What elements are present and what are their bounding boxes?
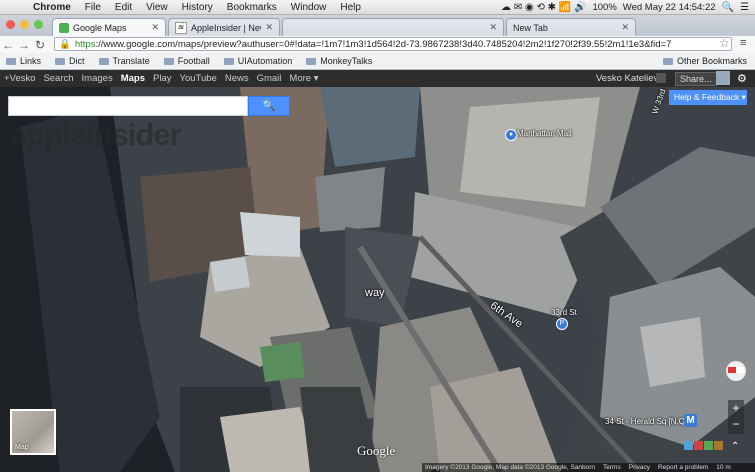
folder-icon: [6, 57, 16, 65]
gbar-link-more[interactable]: More ▾: [285, 73, 322, 84]
tab-strip: Google Maps ✕ ai AppleInsider | News and…: [0, 15, 755, 36]
map-footer: Imagery ©2013 Google, Map data ©2013 Goo…: [422, 463, 755, 472]
compass-needle-icon: [728, 367, 744, 373]
label-way: way: [365, 287, 385, 299]
clock[interactable]: Wed May 22 14:54:22: [623, 2, 716, 13]
lock-icon: 🔒: [59, 38, 71, 50]
menu-app-name[interactable]: Chrome: [26, 2, 78, 13]
menu-help[interactable]: Help: [333, 2, 368, 13]
forward-arrow-icon[interactable]: →: [16, 38, 32, 52]
chrome-menu-icon[interactable]: ≡: [740, 37, 746, 49]
terms-link[interactable]: Terms: [603, 463, 621, 472]
mall-pin-icon[interactable]: ●: [505, 129, 517, 141]
menu-window[interactable]: Window: [284, 2, 334, 13]
map-mode-thumbnail[interactable]: Map: [10, 409, 56, 455]
menu-file[interactable]: File: [78, 2, 108, 13]
station-pin-icon[interactable]: P: [556, 318, 568, 330]
search-input[interactable]: [8, 96, 248, 116]
battery-percent[interactable]: 100%: [592, 2, 616, 13]
help-feedback-button[interactable]: Help & Feedback ▾: [669, 90, 747, 105]
google-logo: Google: [357, 443, 396, 458]
browser-toolbar: ← → ↻ 🔒 https ://www.google.com/maps/pre…: [0, 36, 755, 53]
report-problem-link[interactable]: Report a problem: [658, 463, 708, 472]
gear-icon[interactable]: ⚙: [737, 72, 747, 85]
menu-bookmarks[interactable]: Bookmarks: [220, 2, 284, 13]
tab-google-maps[interactable]: Google Maps ✕: [52, 18, 166, 36]
zoom-out-button[interactable]: −: [728, 416, 744, 432]
share-button[interactable]: Share...: [675, 72, 717, 86]
avatar[interactable]: [716, 71, 730, 85]
minimize-window-button[interactable]: [20, 20, 29, 29]
search-button[interactable]: 🔍: [248, 96, 290, 116]
bookmark-translate[interactable]: Translate: [98, 56, 150, 66]
gbar-link-plus[interactable]: +Vesko: [0, 73, 39, 84]
gbar-link-gmail[interactable]: Gmail: [253, 73, 286, 84]
gbar-link-search[interactable]: Search: [39, 73, 77, 84]
menu-history[interactable]: History: [175, 2, 220, 13]
zoom-control: + −: [728, 400, 744, 434]
label-herald-sq: 34 St - Herald Sq [N,Q,R]: [605, 417, 696, 426]
folder-icon: [55, 57, 66, 65]
folder-icon: [306, 57, 317, 65]
folder-icon: [223, 57, 234, 65]
close-tab-icon[interactable]: ✕: [151, 22, 159, 33]
compass-control[interactable]: [726, 361, 746, 381]
close-tab-icon[interactable]: ✕: [621, 22, 629, 33]
scale-label: 10 m: [716, 464, 731, 471]
bookmark-football[interactable]: Football: [163, 56, 210, 66]
bookmark-dict[interactable]: Dict: [55, 56, 85, 66]
close-tab-icon[interactable]: ✕: [265, 22, 273, 33]
window-controls: [6, 20, 43, 29]
tab-new-tab[interactable]: New Tab ✕: [506, 18, 636, 36]
google-maps-favicon-icon: [59, 22, 69, 33]
gbar-link-news[interactable]: News: [221, 73, 253, 84]
label-manhattan-mall: Manhattan Mall: [517, 129, 572, 138]
zoom-in-button[interactable]: +: [728, 400, 744, 416]
bookmarks-bar: Links Dict Translate Football UIAutomati…: [0, 53, 755, 70]
url-scheme: https: [74, 38, 96, 50]
tilt-icon[interactable]: ⌃: [731, 441, 739, 452]
back-arrow-icon[interactable]: ←: [0, 38, 16, 52]
appleinsider-watermark: appleinsider: [10, 117, 182, 152]
close-tab-icon[interactable]: ✕: [489, 22, 497, 33]
search-icon: 🔍: [262, 100, 276, 112]
layer-thumbnails[interactable]: [684, 441, 723, 450]
bookmark-links[interactable]: Links: [6, 56, 41, 66]
address-bar[interactable]: 🔒 https ://www.google.com/maps/preview?a…: [54, 37, 732, 51]
zoom-window-button[interactable]: [34, 20, 43, 29]
tab-appleinsider[interactable]: ai AppleInsider | News and ru ✕: [168, 18, 280, 36]
gbar-link-play[interactable]: Play: [149, 73, 175, 84]
gbar-link-youtube[interactable]: YouTube: [175, 73, 220, 84]
appleinsider-favicon-icon: ai: [175, 21, 187, 34]
status-icons[interactable]: ☁ ✉ ◉ ⟲ ✱ 📶 🔊: [501, 2, 586, 13]
gbar-link-images[interactable]: Images: [78, 73, 117, 84]
folder-icon: [662, 57, 673, 65]
tab-blank[interactable]: ✕: [282, 18, 504, 36]
menu-view[interactable]: View: [139, 2, 175, 13]
search-icon[interactable]: 🔍: [722, 2, 734, 13]
url-text: ://www.google.com/maps/preview?authuser=…: [95, 38, 672, 50]
macos-menu-bar: Chrome File Edit View History Bookmarks …: [0, 0, 755, 15]
folder-icon: [98, 57, 109, 65]
reload-icon[interactable]: ↻: [32, 38, 48, 52]
menu-edit[interactable]: Edit: [108, 2, 139, 13]
notification-icon[interactable]: [656, 73, 666, 83]
bookmark-monkeytalks[interactable]: MonkeyTalks: [306, 56, 372, 66]
gbar-link-maps[interactable]: Maps: [117, 73, 149, 84]
map-view[interactable]: 🔍 appleinsider Help & Feedback ▾ ● Manha…: [0, 87, 755, 472]
subway-icon[interactable]: M: [684, 414, 697, 427]
list-icon[interactable]: ☰: [740, 2, 749, 13]
label-33rd-st: 33rd St: [551, 308, 577, 317]
google-bar: +Vesko Search Images Maps Play YouTube N…: [0, 70, 755, 87]
user-name[interactable]: Vesko Kateliev: [596, 73, 658, 84]
imagery-attribution: Imagery ©2013 Google, Map data ©2013 Goo…: [425, 464, 596, 471]
close-window-button[interactable]: [6, 20, 15, 29]
folder-icon: [163, 57, 174, 65]
privacy-link[interactable]: Privacy: [629, 463, 650, 472]
bookmark-other[interactable]: Other Bookmarks: [662, 56, 747, 66]
bookmark-uiautomation[interactable]: UIAutomation: [223, 56, 292, 66]
bookmark-star-icon[interactable]: ☆: [719, 36, 730, 50]
